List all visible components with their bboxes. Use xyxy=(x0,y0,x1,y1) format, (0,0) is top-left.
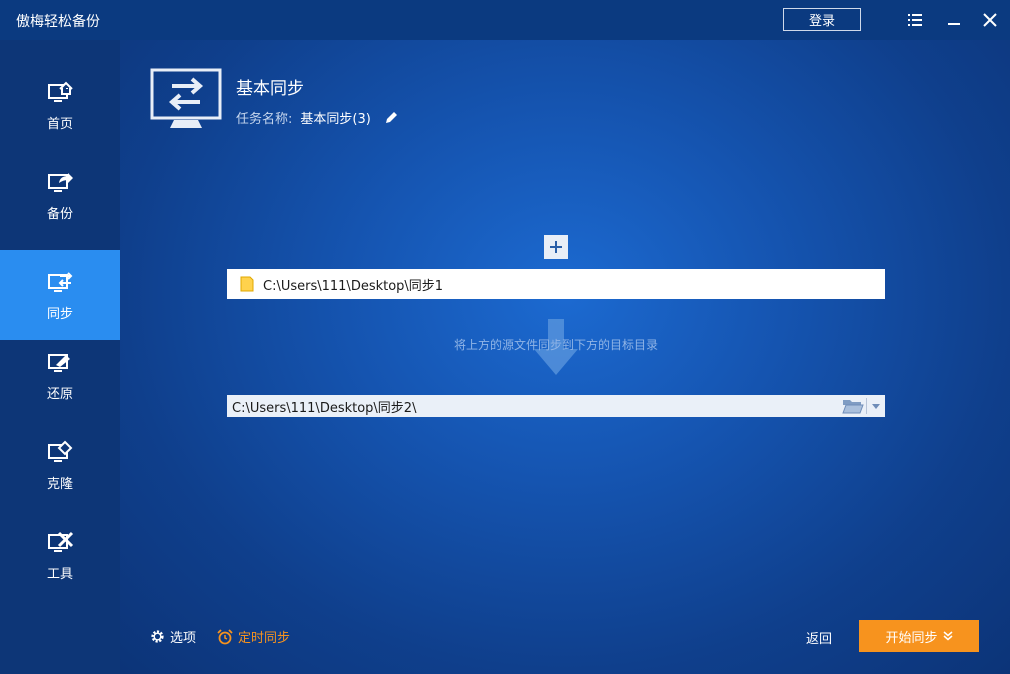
task-name-label: 任务名称: xyxy=(236,112,293,127)
sidebar-item-backup[interactable]: 备份 xyxy=(0,150,120,240)
double-chevron-down-icon xyxy=(943,631,952,641)
app-window: 傲梅轻松备份 登录 首页 备份 同步 还原 克隆 工具 基本同步 任务名称: 基… xyxy=(0,0,1010,674)
add-source-button[interactable] xyxy=(544,235,568,259)
open-folder-icon xyxy=(842,400,864,414)
browse-folder-button[interactable] xyxy=(840,395,866,417)
folder-icon xyxy=(240,276,254,292)
options-label: 选项 xyxy=(170,631,197,646)
start-sync-label: 开始同步 xyxy=(885,630,938,646)
sidebar-item-restore[interactable]: 还原 xyxy=(0,330,120,420)
sidebar-item-label: 同步 xyxy=(46,306,73,322)
title-bar: 傲梅轻松备份 登录 xyxy=(0,0,1010,40)
chevron-down-icon xyxy=(872,403,880,409)
app-title: 傲梅轻松备份 xyxy=(16,14,100,30)
schedule-sync-button[interactable]: 定时同步 xyxy=(217,627,290,646)
destination-input[interactable] xyxy=(227,395,840,417)
start-sync-button[interactable]: 开始同步 xyxy=(859,620,979,652)
sidebar-item-label: 备份 xyxy=(46,206,73,222)
main-panel: 基本同步 任务名称: 基本同步(3) C:\Users\111\Desktop\… xyxy=(120,40,1010,674)
sync-monitor-icon xyxy=(48,271,73,292)
close-icon[interactable] xyxy=(980,10,1000,30)
task-name-row: 任务名称: 基本同步(3) xyxy=(236,108,399,127)
pencil-icon[interactable] xyxy=(383,110,399,126)
clone-monitor-icon xyxy=(48,440,73,462)
gear-icon xyxy=(151,630,164,643)
back-button[interactable]: 返回 xyxy=(806,628,832,647)
sidebar-item-label: 工具 xyxy=(46,566,73,582)
alarm-clock-icon xyxy=(217,628,233,644)
sidebar-item-tools[interactable]: 工具 xyxy=(0,510,120,600)
page-title: 基本同步 xyxy=(236,79,304,99)
options-button[interactable]: 选项 xyxy=(150,627,196,646)
destination-box xyxy=(227,395,885,417)
backup-monitor-icon xyxy=(48,172,73,192)
source-path: C:\Users\111\Desktop\同步1 xyxy=(263,278,444,294)
home-monitor-icon xyxy=(48,81,73,102)
restore-monitor-icon xyxy=(48,353,70,372)
task-name-value: 基本同步(3) xyxy=(300,112,371,127)
destination-dropdown[interactable] xyxy=(867,395,885,417)
source-folder-box[interactable]: C:\Users\111\Desktop\同步1 xyxy=(227,269,885,299)
sidebar: 首页 备份 同步 还原 克隆 工具 xyxy=(0,40,120,674)
plus-icon xyxy=(550,241,562,253)
login-button[interactable]: 登录 xyxy=(783,8,861,31)
sidebar-item-clone[interactable]: 克隆 xyxy=(0,420,120,510)
menu-icon[interactable] xyxy=(905,10,925,30)
sidebar-item-label: 克隆 xyxy=(46,476,73,492)
sync-hint: 将上方的源文件同步到下方的目标目录 xyxy=(453,338,658,352)
tools-monitor-icon xyxy=(48,531,74,552)
sync-monitor-large-icon xyxy=(150,68,222,128)
sidebar-item-label: 还原 xyxy=(46,386,73,402)
sidebar-item-sync[interactable]: 同步 xyxy=(0,250,120,340)
sidebar-item-label: 首页 xyxy=(46,116,73,132)
schedule-label: 定时同步 xyxy=(238,631,291,646)
minimize-icon[interactable] xyxy=(944,10,964,30)
sidebar-item-home[interactable]: 首页 xyxy=(0,60,120,150)
